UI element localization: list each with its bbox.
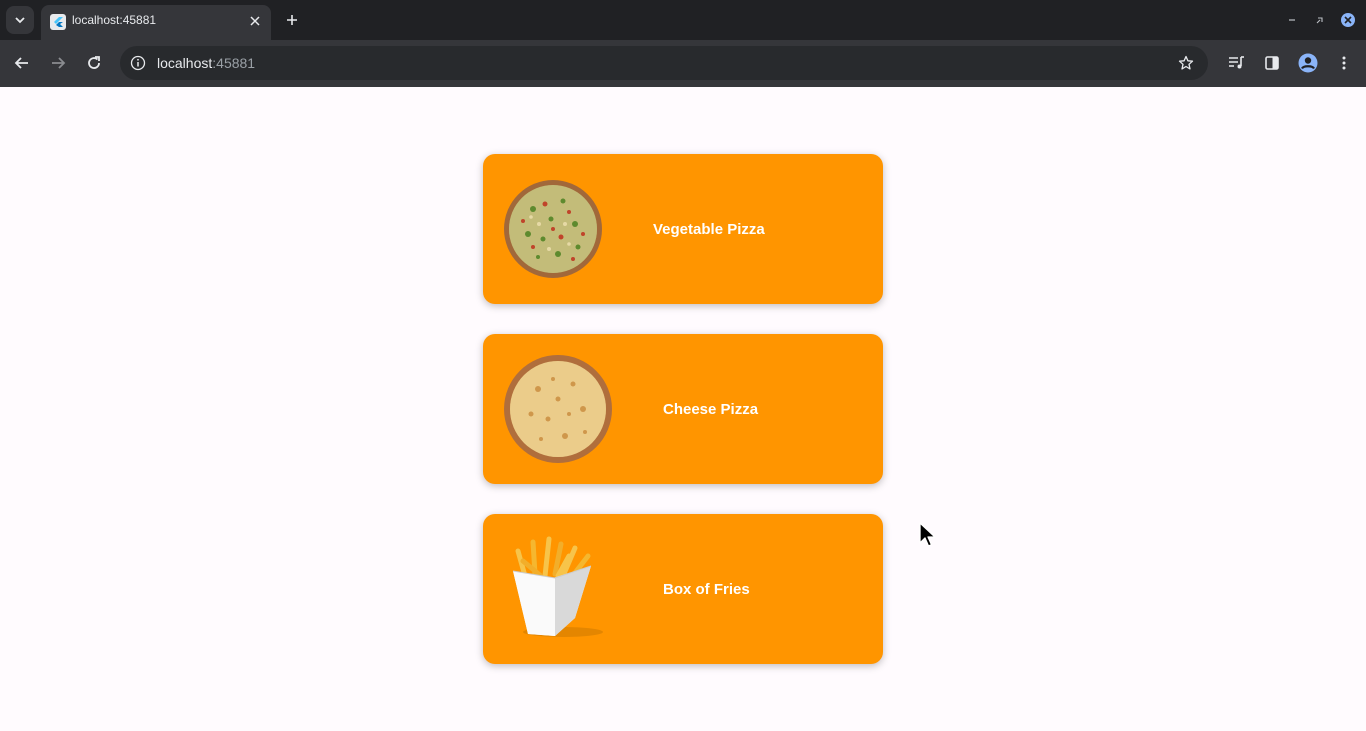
star-icon (1178, 55, 1194, 70)
new-tab-button[interactable] (280, 8, 304, 32)
restore-button[interactable] (1310, 10, 1330, 30)
url-port: :45881 (212, 55, 256, 71)
menu-item-label: Cheese Pizza (663, 401, 759, 418)
more-vert-icon (1342, 56, 1346, 70)
url-text: localhost:45881 (157, 55, 255, 71)
browser-toolbar: localhost:45881 (0, 40, 1366, 87)
media-controls-button[interactable] (1222, 49, 1250, 77)
restore-icon (1316, 17, 1323, 24)
tab-strip: localhost:45881 (0, 0, 1366, 40)
browser-tab[interactable]: localhost:45881 (41, 5, 271, 40)
back-button[interactable] (8, 49, 36, 77)
forward-button[interactable] (44, 49, 72, 77)
menu-card-box-of-fries[interactable]: Box of Fries (483, 514, 883, 664)
close-icon (250, 16, 260, 26)
flutter-favicon-icon (50, 14, 66, 30)
tab-title: localhost:45881 (72, 13, 157, 27)
menu-item-label: Box of Fries (663, 581, 750, 598)
browser-menu-button[interactable] (1330, 49, 1358, 77)
close-window-button[interactable] (1338, 10, 1358, 30)
bookmark-star-button[interactable] (1176, 53, 1196, 73)
cheese-pizza-image (504, 355, 612, 463)
fries-image (512, 536, 603, 637)
menu-item-label: Vegetable Pizza (653, 221, 765, 238)
reload-button[interactable] (80, 49, 108, 77)
close-tab-button[interactable] (245, 11, 265, 31)
url-host: localhost (157, 55, 213, 71)
reload-icon (88, 56, 100, 69)
chevron-down-icon (15, 17, 25, 24)
queue-music-icon (1229, 56, 1244, 69)
menu-card-vegetable-pizza[interactable]: Vegetable Pizza (483, 154, 883, 304)
vegetable-pizza-image (504, 180, 602, 278)
address-bar[interactable]: localhost:45881 (120, 46, 1208, 80)
page-content: Vegetable Pizza Cheese Pizza Box of Frie… (0, 87, 1366, 731)
side-panel-icon (1265, 56, 1279, 70)
minimize-icon (1289, 19, 1295, 21)
plus-icon (287, 15, 297, 25)
side-panel-button[interactable] (1258, 49, 1286, 77)
tab-search-button[interactable] (6, 6, 34, 34)
arrow-left-icon (14, 57, 28, 69)
arrow-right-icon (52, 57, 66, 69)
profile-button[interactable] (1294, 49, 1322, 77)
profile-avatar-icon (1298, 53, 1318, 73)
minimize-button[interactable] (1282, 10, 1302, 30)
site-info-icon[interactable] (128, 53, 148, 73)
close-window-icon (1341, 13, 1355, 27)
mouse-cursor-icon (919, 522, 936, 547)
menu-card-cheese-pizza[interactable]: Cheese Pizza (483, 334, 883, 484)
